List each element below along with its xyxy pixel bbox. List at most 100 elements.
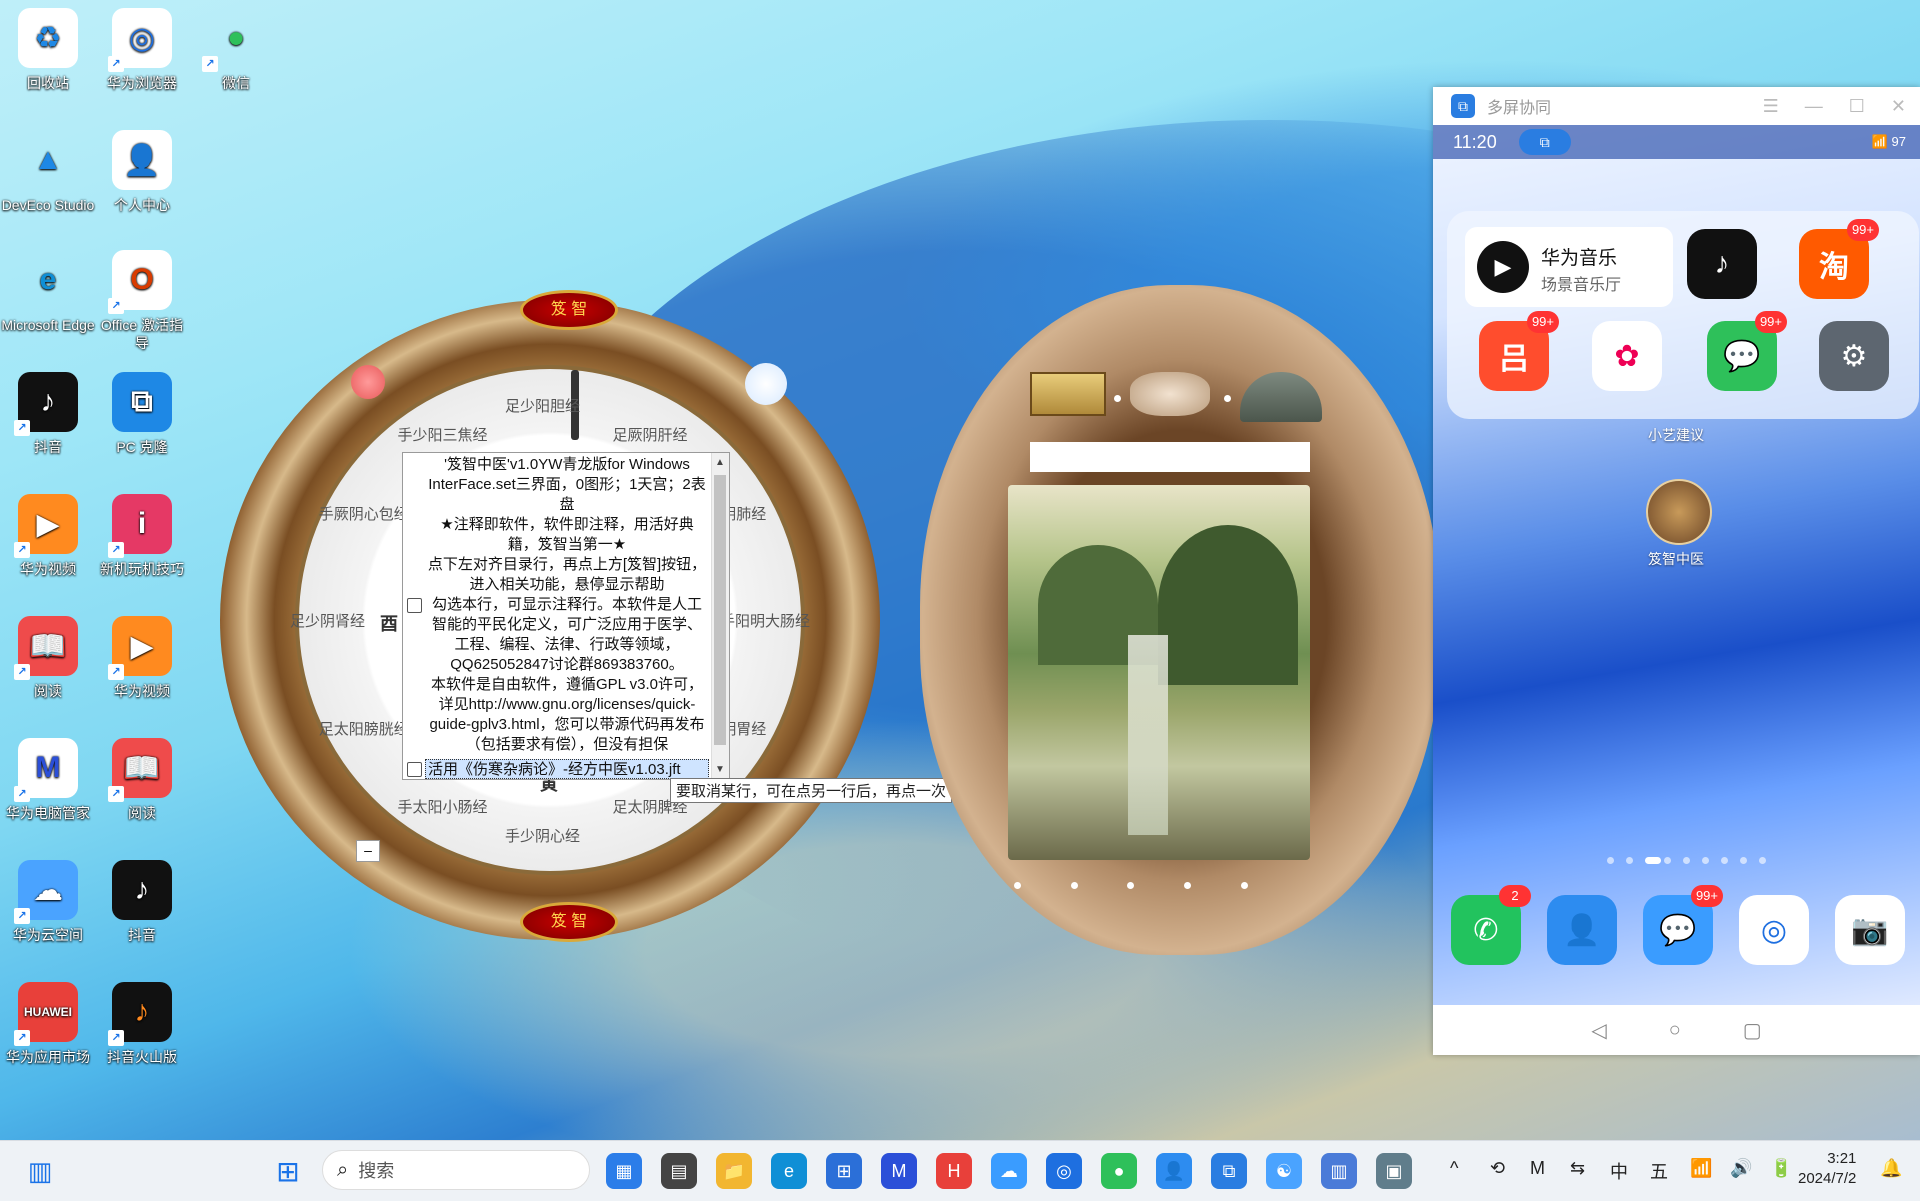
phone-app-icon[interactable]: 吕 99+ bbox=[1479, 311, 1559, 391]
row-checkbox[interactable] bbox=[407, 762, 422, 777]
taskbar-app-icon[interactable]: 📁 bbox=[716, 1153, 752, 1189]
hands-icon[interactable] bbox=[1130, 372, 1210, 416]
page-dot[interactable] bbox=[1740, 857, 1747, 864]
walnut-dot[interactable] bbox=[1184, 882, 1191, 889]
close-icon[interactable]: ✕ bbox=[1891, 96, 1906, 117]
taskbar-app-icon[interactable]: ◎ bbox=[1046, 1153, 1082, 1189]
taskbar-app-icon[interactable]: H bbox=[936, 1153, 972, 1189]
taskbar-app-icon[interactable]: ☁ bbox=[991, 1153, 1027, 1189]
walnut-dot[interactable] bbox=[1224, 395, 1231, 402]
jizhi-app-icon[interactable] bbox=[1646, 479, 1712, 545]
notification-icon[interactable]: 🔔 bbox=[1880, 1158, 1902, 1179]
page-dot[interactable] bbox=[1683, 857, 1690, 864]
multi-screen-titlebar[interactable]: ⧉ 多屏协同 ☰ — ☐ ✕ bbox=[1433, 87, 1920, 125]
page-dot[interactable] bbox=[1664, 857, 1671, 864]
desktop-icon[interactable]: ▶ ↗ 华为视频 bbox=[94, 612, 190, 722]
desktop-icon[interactable]: HUAWEI ↗ 华为应用市场 bbox=[0, 978, 96, 1088]
music-play-icon[interactable]: ▶ bbox=[1477, 241, 1529, 293]
desktop-icon[interactable]: i ↗ 新机玩机技巧 bbox=[94, 490, 190, 600]
desktop-icon[interactable]: 📖 ↗ 阅读 bbox=[0, 612, 96, 722]
scroll-up-icon[interactable]: ▲ bbox=[715, 457, 725, 468]
taskbar-app-icon[interactable]: e bbox=[771, 1153, 807, 1189]
scroll-down-icon[interactable]: ▼ bbox=[715, 764, 725, 775]
back-icon[interactable]: ◁ bbox=[1591, 1018, 1606, 1043]
dock-app-icon[interactable]: 👤 bbox=[1547, 895, 1617, 965]
walnut-dot[interactable] bbox=[1114, 395, 1121, 402]
page-dot[interactable] bbox=[1645, 857, 1661, 864]
desktop-icon[interactable]: ♪ 抖音 bbox=[94, 856, 190, 966]
desktop-icon[interactable]: ♻ 回收站 bbox=[0, 4, 96, 114]
phone-app-icon[interactable]: ⚙ bbox=[1819, 321, 1889, 391]
desktop-icon[interactable]: ♪ ↗ 抖音火山版 bbox=[94, 978, 190, 1088]
page-dot[interactable] bbox=[1607, 857, 1614, 864]
dock-app-icon[interactable]: ✆ 2 bbox=[1451, 885, 1531, 965]
page-dot[interactable] bbox=[1759, 857, 1766, 864]
walnut-dot[interactable] bbox=[1127, 882, 1134, 889]
taskbar-app-icon[interactable]: M bbox=[881, 1153, 917, 1189]
walnut-dot[interactable] bbox=[1014, 882, 1021, 889]
widgets-icon[interactable]: ▥ bbox=[22, 1153, 58, 1189]
taskbar-app-icon[interactable]: ● bbox=[1101, 1153, 1137, 1189]
tray-icon[interactable]: ^ bbox=[1450, 1158, 1458, 1179]
desktop-icon[interactable]: ☁ ↗ 华为云空间 bbox=[0, 856, 96, 966]
taskbar-app-icon[interactable]: ⊞ bbox=[826, 1153, 862, 1189]
page-dot[interactable] bbox=[1702, 857, 1709, 864]
desktop-icon[interactable]: ▲ DevEco Studio bbox=[0, 126, 96, 236]
selected-catalog-row[interactable]: 活用《伤寒杂病论》-经方中医v1.03.jft bbox=[425, 759, 709, 779]
desktop-icon[interactable]: e Microsoft Edge bbox=[0, 246, 96, 356]
desktop-icon[interactable]: ▶ ↗ 华为视频 bbox=[0, 490, 96, 600]
desktop-icon[interactable]: ● ↗ 微信 bbox=[188, 4, 284, 114]
suggestion-widget[interactable]: ▶ 华为音乐 场景音乐厅 ♪ 淘 99+ 吕 99+ ✿ 💬 99+ ⚙ bbox=[1447, 211, 1919, 419]
white-orb-icon[interactable] bbox=[745, 363, 787, 405]
taskbar-app-icon[interactable]: ☯ bbox=[1266, 1153, 1302, 1189]
listbox-scrollbar[interactable]: ▲ ▼ bbox=[711, 453, 729, 779]
maximize-icon[interactable]: ☐ bbox=[1849, 96, 1865, 117]
walnut-input-bar[interactable] bbox=[1030, 442, 1310, 472]
cast-icon[interactable]: ⧉ bbox=[1518, 129, 1571, 155]
start-button[interactable]: ⊞ bbox=[270, 1153, 306, 1189]
minimize-icon[interactable]: — bbox=[1805, 96, 1823, 117]
minimize-button[interactable]: – bbox=[356, 840, 380, 862]
show-comments-checkbox[interactable] bbox=[407, 598, 422, 613]
desktop-icon[interactable]: M ↗ 华为电脑管家 bbox=[0, 734, 96, 844]
dock-app-icon[interactable]: 📷 bbox=[1835, 895, 1905, 965]
tray-icon[interactable]: ⟲ bbox=[1490, 1158, 1505, 1179]
page-dot[interactable] bbox=[1626, 857, 1633, 864]
scroll-thumb[interactable] bbox=[714, 475, 726, 745]
phone-app-icon[interactable]: 淘 99+ bbox=[1799, 219, 1879, 299]
home-icon[interactable]: ○ bbox=[1669, 1019, 1681, 1042]
tray-icon[interactable]: ⇆ bbox=[1570, 1158, 1585, 1179]
desktop-icon[interactable]: 👤 个人中心 bbox=[94, 126, 190, 236]
scroll-banner-icon[interactable] bbox=[1030, 372, 1106, 416]
taskbar-app-icon[interactable]: ⧉ bbox=[1211, 1153, 1247, 1189]
tray-icon[interactable]: M bbox=[1530, 1158, 1545, 1179]
dock-app-icon[interactable]: ◎ bbox=[1739, 895, 1809, 965]
search-box[interactable]: ⌕ 搜索 bbox=[322, 1150, 590, 1190]
pink-orb-icon[interactable] bbox=[351, 365, 385, 399]
dock-app-icon[interactable]: 💬 99+ bbox=[1643, 885, 1723, 965]
tray-icon[interactable]: 中 bbox=[1610, 1158, 1628, 1184]
phone-app-icon[interactable]: ✿ bbox=[1592, 321, 1662, 391]
taskbar-app-icon[interactable]: ▣ bbox=[1376, 1153, 1412, 1189]
walnut-dot[interactable] bbox=[1241, 882, 1248, 889]
tray-icon[interactable]: 🔊 bbox=[1730, 1158, 1752, 1179]
desktop-icon[interactable]: ♪ ↗ 抖音 bbox=[0, 368, 96, 478]
taskbar-app-icon[interactable]: 👤 bbox=[1156, 1153, 1192, 1189]
desktop-icon[interactable]: ⧉ PC 克隆 bbox=[94, 368, 190, 478]
huawei-music-card[interactable]: ▶ 华为音乐 场景音乐厅 bbox=[1465, 227, 1673, 307]
catalog-listbox[interactable]: '笈智中医'v1.0YW青龙版for Windows InterFace.set… bbox=[402, 452, 730, 780]
tray-icon[interactable]: 📶 bbox=[1690, 1158, 1712, 1179]
multi-screen-window[interactable]: ⧉ 多屏协同 ☰ — ☐ ✕ 11:20 ⧉ 📶 97 ▶ 华为音乐 场景音乐厅 bbox=[1433, 87, 1920, 1055]
taskbar-app-icon[interactable]: ▤ bbox=[661, 1153, 697, 1189]
taskbar-app-icon[interactable]: ▦ bbox=[606, 1153, 642, 1189]
desktop-icon[interactable]: 📖 ↗ 阅读 bbox=[94, 734, 190, 844]
search-input[interactable]: 搜索 bbox=[358, 1157, 394, 1183]
phone-app-icon[interactable]: 💬 99+ bbox=[1707, 311, 1787, 391]
walnut-dot[interactable] bbox=[1071, 882, 1078, 889]
zhi-badge-bottom-button[interactable]: 笈 智 bbox=[520, 902, 618, 942]
menu-icon[interactable]: ☰ bbox=[1763, 96, 1779, 117]
phone-screen[interactable]: 11:20 ⧉ 📶 97 ▶ 华为音乐 场景音乐厅 ♪ 淘 99+ 吕 99+ ✿ 💬 99+… bbox=[1433, 125, 1920, 1005]
zhi-badge-top-button[interactable]: 笈 智 bbox=[520, 290, 618, 330]
page-dot[interactable] bbox=[1721, 857, 1728, 864]
clock[interactable]: 3:21 2024/7/2 bbox=[1798, 1149, 1856, 1189]
